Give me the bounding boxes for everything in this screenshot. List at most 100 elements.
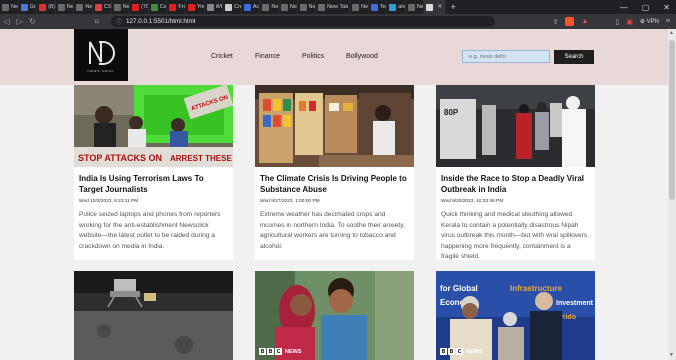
tab-title: alvic <box>398 4 405 10</box>
browser-tab[interactable]: New <box>0 0 19 14</box>
article-image[interactable]: ATTACKS ON STOP ATTACKS ON ARREST THESE <box>74 85 233 167</box>
tab-favicon-icon <box>169 3 177 11</box>
browser-tab[interactable]: New <box>406 0 425 14</box>
tab-favicon-icon <box>206 3 214 11</box>
vpn-button[interactable]: ⊕ VPN <box>640 18 659 25</box>
tab-close-icon[interactable]: ✕ <box>437 4 442 10</box>
article-title[interactable]: The Climate Crisis Is Driving People to … <box>260 174 409 195</box>
article-image[interactable]: for Global Economic Infrastructure Inves… <box>436 271 595 360</box>
svg-text:Investment: Investment <box>556 300 594 307</box>
tab-favicon-icon <box>150 3 158 11</box>
browser-tab[interactable]: (70) <box>130 0 149 14</box>
browser-tab[interactable]: New <box>350 0 369 14</box>
tab-favicon-icon <box>426 3 434 11</box>
logo-nd-icon <box>89 40 115 65</box>
search-input[interactable] <box>462 50 550 63</box>
tab-favicon-icon <box>20 3 28 11</box>
tab-favicon-icon <box>76 3 84 11</box>
browser-tab[interactable]: Cre <box>223 0 242 14</box>
window-controls: — ▢ ✕ <box>620 3 676 12</box>
tab-favicon-icon <box>370 3 378 11</box>
address-bar[interactable]: ⓘ 127.0.0.1:5501/html.html <box>111 16 495 27</box>
tab-title: Tem <box>379 4 387 10</box>
bookmark-icon[interactable]: ⌑ <box>95 18 105 26</box>
menu-icon[interactable]: ≡ <box>666 18 670 25</box>
bbc-news-watermark: B B C NEWS <box>440 348 483 355</box>
tab-favicon-icon <box>113 3 121 11</box>
browser-tab[interactable]: Acc <box>242 0 261 14</box>
tab-favicon-icon <box>280 3 288 11</box>
tab-title: New <box>122 4 130 10</box>
article-description: Quick thinking and medical sleuthing all… <box>441 211 588 261</box>
browser-tab[interactable]: Tem <box>369 0 388 14</box>
reload-icon[interactable]: ↻ <box>26 17 39 26</box>
minimize-button[interactable]: — <box>620 3 628 12</box>
tab-favicon-icon <box>407 3 415 11</box>
moon-lander-photo <box>74 271 233 360</box>
browser-tab-active[interactable]: ✕ <box>424 0 447 14</box>
article-title[interactable]: Inside the Race to Stop a Deadly Viral O… <box>441 174 590 195</box>
browser-tab[interactable]: (8) F <box>37 0 56 14</box>
tab-title: New <box>289 4 297 10</box>
tab-title: New <box>416 4 424 10</box>
browser-tab[interactable]: Wh <box>205 0 224 14</box>
brave-shields-icon[interactable] <box>565 17 575 26</box>
browser-tab[interactable]: New <box>260 0 279 14</box>
nav-item-finance[interactable]: Finance <box>255 53 280 60</box>
article-card[interactable]: The Climate Crisis Is Driving People to … <box>255 85 414 260</box>
article-image[interactable] <box>255 85 414 167</box>
tab-favicon-icon <box>262 3 270 11</box>
article-card[interactable]: for Global Economic Infrastructure Inves… <box>436 271 595 360</box>
svg-text:STOP ATTACKS ON: STOP ATTACKS ON <box>78 153 162 163</box>
browser-tab[interactable]: Grai <box>19 0 38 14</box>
site-logo[interactable]: NEWS DESK <box>74 29 128 81</box>
search-button[interactable]: Search <box>554 50 594 64</box>
article-image[interactable]: 80P <box>436 85 595 167</box>
browser-tab[interactable]: New <box>74 0 93 14</box>
article-card[interactable]: ATTACKS ON STOP ATTACKS ON ARREST THESE … <box>74 85 233 260</box>
article-image[interactable]: B B C NEWS <box>255 271 414 360</box>
nav-item-politics[interactable]: Politics <box>302 53 324 60</box>
tab-favicon-icon <box>389 3 397 11</box>
wallet-icon[interactable]: ▣ <box>626 18 633 26</box>
scroll-down-arrow-icon[interactable]: ▼ <box>669 352 674 358</box>
browser-tab[interactable]: alvic <box>387 0 406 14</box>
browser-tab[interactable]: New <box>112 0 131 14</box>
tab-favicon-icon <box>2 3 9 11</box>
article-card[interactable]: 80P Inside the Race to Stop a Deadly Vir… <box>436 85 595 260</box>
tab-title: New <box>361 4 368 10</box>
browser-tab[interactable]: New Tab <box>316 0 351 14</box>
brave-rewards-icon[interactable]: ▲ <box>581 18 588 25</box>
browser-tab[interactable]: New <box>56 0 75 14</box>
tab-favicon-icon <box>39 3 47 11</box>
article-image[interactable] <box>74 271 233 360</box>
share-icon[interactable]: ⇪ <box>553 18 559 26</box>
scroll-up-arrow-icon[interactable]: ▲ <box>669 30 674 36</box>
sidebar-icon[interactable]: ▯ <box>615 18 619 26</box>
site-info-icon[interactable]: ⓘ <box>116 17 122 26</box>
maximize-button[interactable]: ▢ <box>642 3 650 12</box>
browser-tab[interactable]: Cav <box>149 0 168 14</box>
article-card[interactable]: B B C NEWS <box>255 271 414 360</box>
tab-title: New <box>66 4 74 10</box>
scrollbar-thumb[interactable] <box>669 40 675 200</box>
tab-title: Wh <box>215 4 223 10</box>
browser-tab[interactable]: New <box>298 0 317 14</box>
tab-title: (8) F <box>48 4 55 10</box>
tab-title: Fron <box>178 4 185 10</box>
tab-title: Acc <box>252 4 260 10</box>
browser-tab[interactable]: New <box>279 0 298 14</box>
browser-tab[interactable]: You <box>186 0 205 14</box>
new-tab-button[interactable]: + <box>450 2 462 12</box>
browser-tab[interactable]: CSS <box>93 0 112 14</box>
article-card[interactable] <box>74 271 233 360</box>
back-arrow-icon[interactable]: ◁ <box>0 17 13 26</box>
nav-item-bollywood[interactable]: Bollywood <box>346 53 378 60</box>
forward-arrow-icon[interactable]: ▷ <box>13 17 26 26</box>
article-title[interactable]: India Is Using Terrorism Laws To Target … <box>79 174 228 195</box>
tab-favicon-icon <box>94 3 102 11</box>
nav-item-cricket[interactable]: Cricket <box>211 53 233 60</box>
browser-tab[interactable]: Fron <box>167 0 186 14</box>
close-window-button[interactable]: ✕ <box>663 3 670 12</box>
market-stall-photo <box>255 85 414 167</box>
